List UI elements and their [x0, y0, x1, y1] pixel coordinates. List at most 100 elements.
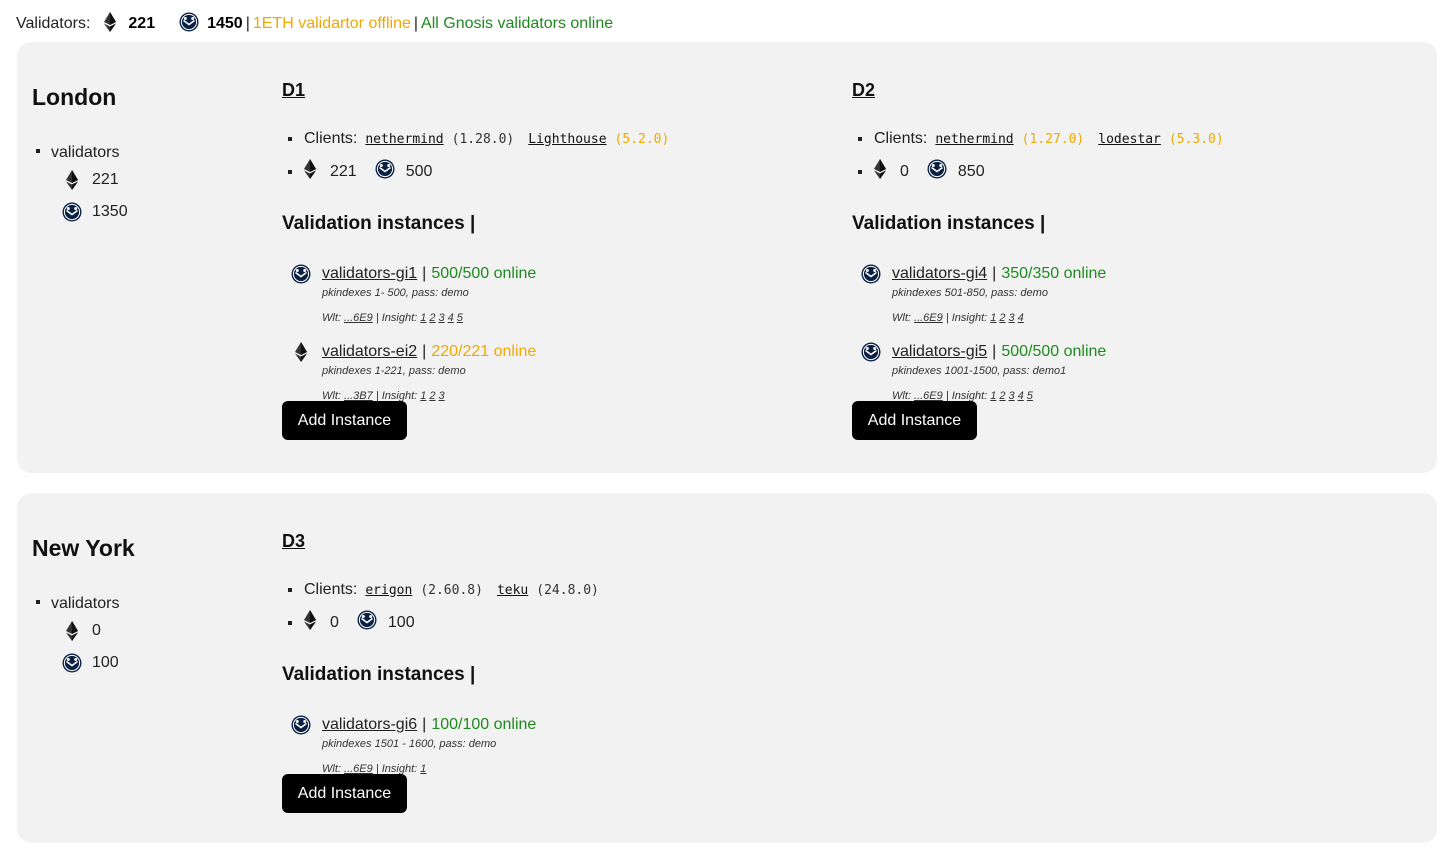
insight-link[interactable]: 1 — [990, 312, 996, 324]
add-instance-button[interactable]: Add Instance — [282, 774, 407, 813]
insight-link[interactable]: 3 — [439, 390, 445, 402]
region-gno-count: 1350 — [92, 203, 128, 220]
insight-link[interactable]: 4 — [1018, 312, 1024, 324]
bullet — [858, 169, 862, 174]
insight-link[interactable]: 2 — [429, 312, 435, 324]
clients-label: Clients: — [304, 581, 358, 598]
datacenter-gno-count: 850 — [957, 162, 985, 180]
separator: | — [422, 343, 427, 360]
datacenter-eth-count: 0 — [330, 613, 339, 631]
insight-link[interactable]: 1 — [990, 390, 996, 402]
insight-link[interactable]: 3 — [1009, 312, 1015, 324]
insight-link[interactable]: 5 — [457, 312, 463, 324]
clients-label: Clients: — [304, 130, 358, 147]
validation-instances-title: Validation instances | — [282, 664, 476, 685]
gnosis-icon — [357, 610, 377, 635]
wallet-link[interactable]: ...6E9 — [344, 312, 373, 324]
gnosis-icon — [375, 159, 395, 184]
consensus-client-version: (24.8.0) — [536, 582, 599, 598]
gnosis-icon — [927, 159, 947, 184]
insight-link[interactable]: 3 — [439, 312, 445, 324]
validators-label: validators — [51, 144, 120, 161]
gno-status: All Gnosis validators online — [421, 15, 614, 32]
consensus-client-version: (5.3.0) — [1168, 131, 1224, 147]
instance-name-link[interactable]: validators-gi5 — [892, 343, 987, 361]
datacenter-title-link[interactable]: D2 — [852, 80, 875, 101]
region-validators-list: validators 221 1350 — [36, 143, 128, 228]
add-instance-button[interactable]: Add Instance — [282, 401, 407, 440]
validation-instance: validators-gi4 | 350/350 online pkindexes 5… — [860, 263, 1380, 324]
consensus-client-version: (5.2.0) — [614, 131, 670, 147]
insight-link[interactable]: 5 — [1027, 390, 1033, 402]
consensus-client-link[interactable]: lodestar — [1098, 132, 1161, 147]
bullet — [288, 137, 292, 141]
consensus-client-link[interactable]: Lighthouse — [528, 132, 606, 147]
validation-instance: validators-gi5 | 500/500 online pkindexes 1… — [860, 341, 1380, 402]
bullet — [288, 620, 292, 625]
gnosis-icon — [62, 653, 82, 673]
insight-link[interactable]: 2 — [429, 390, 435, 402]
region-gno-count: 100 — [92, 654, 119, 671]
instance-name-link[interactable]: validators-ei2 — [322, 343, 417, 361]
gnosis-icon — [62, 202, 82, 222]
datacenter: D1 Clients: nethermind (1.28.0) Lighthouse (5… — [282, 80, 822, 440]
gno-total-count: 1450 — [207, 15, 243, 32]
insight-link[interactable]: 3 — [1009, 390, 1015, 402]
wallet-label: Wlt: — [322, 312, 341, 324]
validators-label: validators — [51, 595, 120, 612]
bullet — [858, 137, 862, 141]
insight-link[interactable]: 1 — [420, 763, 426, 775]
separator: | — [422, 716, 427, 733]
execution-client-link[interactable]: nethermind — [365, 132, 443, 147]
validation-instances-title: Validation instances | — [282, 213, 476, 234]
insight-link[interactable]: 2 — [999, 390, 1005, 402]
datacenter-title-link[interactable]: D1 — [282, 80, 305, 101]
separator: | — [992, 343, 997, 360]
insight-link[interactable]: 4 — [1018, 390, 1024, 402]
region-panel: London validators 221 1350 D1 Clients: netherm… — [17, 42, 1437, 473]
validation-instance: validators-gi6 | 100/100 online pkindexes 1… — [290, 714, 810, 775]
datacenter-eth-count: 0 — [900, 162, 909, 180]
wallet-link[interactable]: ...6E9 — [914, 312, 943, 324]
insight-link[interactable]: 2 — [999, 312, 1005, 324]
gnosis-icon — [290, 715, 312, 735]
validators-label: Validators: — [16, 15, 91, 32]
insight-link[interactable]: 1 — [420, 390, 426, 402]
execution-client-link[interactable]: erigon — [365, 583, 412, 598]
instance-name-link[interactable]: validators-gi4 — [892, 265, 987, 283]
region-name: New York — [32, 535, 135, 561]
separator: | — [422, 265, 427, 282]
separator: | — [413, 15, 419, 32]
instance-status: 500/500 online — [1001, 343, 1107, 360]
bullet — [288, 588, 292, 592]
execution-client-link[interactable]: nethermind — [935, 132, 1013, 147]
gnosis-icon — [860, 264, 882, 284]
datacenter: D2 Clients: nethermind (1.27.0) lodestar (5.3… — [852, 80, 1392, 440]
insight-label: | Insight: — [945, 312, 988, 324]
validation-instance: validators-gi1 | 500/500 online pkindexes 1… — [290, 263, 810, 324]
bullet — [36, 149, 40, 153]
validation-instance: validators-ei2 | 220/221 online pkindexes 1… — [290, 341, 810, 402]
instance-links: Wlt: ...6E9 | Insight: 12345 — [322, 312, 810, 324]
instance-status: 220/221 online — [431, 343, 537, 360]
instance-name-link[interactable]: validators-gi1 — [322, 265, 417, 283]
ethereum-icon — [874, 159, 886, 184]
insight-link[interactable]: 1 — [420, 312, 426, 324]
instance-links: Wlt: ...6E9 | Insight: 1234 — [892, 312, 1380, 324]
datacenter-eth-count: 221 — [330, 162, 357, 180]
region-eth-count: 0 — [92, 622, 101, 639]
region-validators-list: validators 0 100 — [36, 594, 119, 679]
instance-name-link[interactable]: validators-gi6 — [322, 716, 417, 734]
validators-summary: Validators: 221 1450 | 1ETH validartor o… — [16, 11, 614, 34]
separator: | — [992, 265, 997, 282]
instance-pkindexes: pkindexes 1001-1500, pass: demo1 — [892, 365, 1067, 377]
region-eth-count: 221 — [92, 171, 119, 188]
datacenter-gno-count: 500 — [405, 162, 433, 180]
ethereum-icon — [62, 170, 82, 190]
consensus-client-link[interactable]: teku — [497, 583, 528, 598]
execution-client-version: (1.27.0) — [1021, 131, 1085, 147]
add-instance-button[interactable]: Add Instance — [852, 401, 977, 440]
insight-link[interactable]: 4 — [448, 312, 454, 324]
ethereum-icon — [290, 342, 312, 362]
datacenter-title-link[interactable]: D3 — [282, 531, 305, 552]
